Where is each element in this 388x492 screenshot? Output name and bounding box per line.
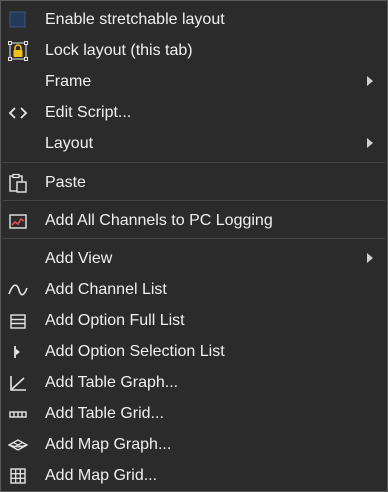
menu-item-edit-script[interactable]: Edit Script... <box>1 97 387 128</box>
menu-item-label: Add Table Grid... <box>45 405 164 422</box>
submenu-arrow-icon <box>367 253 373 263</box>
menu-item-add-option-selection-list[interactable]: Add Option Selection List <box>1 336 387 367</box>
graph-axes-icon <box>7 372 29 394</box>
menu-item-label: Add Table Graph... <box>45 374 179 391</box>
menu-item-label: Paste <box>45 174 86 191</box>
menu-item-add-channel-list[interactable]: Add Channel List <box>1 274 387 305</box>
menu-item-label: Add Channel List <box>45 281 167 298</box>
code-brackets-icon <box>7 102 29 124</box>
menu-item-label: Lock layout (this tab) <box>45 42 193 59</box>
table-row-icon <box>7 403 29 425</box>
menu-item-label: Frame <box>45 73 92 90</box>
menu-item-add-table-grid[interactable]: Add Table Grid... <box>1 398 387 429</box>
menu-item-add-option-full-list[interactable]: Add Option Full List <box>1 305 387 336</box>
menu-item-add-table-graph[interactable]: Add Table Graph... <box>1 367 387 398</box>
menu-item-add-map-grid[interactable]: Add Map Grid... <box>1 460 387 491</box>
menu-item-label: Enable stretchable layout <box>45 11 225 28</box>
submenu-arrow-icon <box>367 138 373 148</box>
lock-layout-icon <box>7 40 29 62</box>
menu-item-add-map-graph[interactable]: Add Map Graph... <box>1 429 387 460</box>
grid-icon <box>7 465 29 487</box>
menu-item-label: Add Option Full List <box>45 312 185 329</box>
map-3d-icon <box>7 434 29 456</box>
clipboard-paste-icon <box>7 172 29 194</box>
submenu-arrow-icon <box>367 76 373 86</box>
checkbox-unchecked-icon[interactable] <box>7 9 29 31</box>
menu-item-label: Add View <box>45 250 113 267</box>
list-icon <box>7 310 29 332</box>
wave-icon <box>7 279 29 301</box>
menu-item-label: Add Map Grid... <box>45 467 158 484</box>
menu-item-paste[interactable]: Paste <box>1 167 387 198</box>
menu-item-enable-stretchable-layout[interactable]: Enable stretchable layout <box>1 4 387 35</box>
menu-item-frame[interactable]: Frame <box>1 66 387 97</box>
menu-separator <box>3 162 385 163</box>
context-menu: Enable stretchable layout Lock layout (t… <box>0 0 388 492</box>
menu-separator <box>3 238 385 239</box>
menu-item-lock-layout[interactable]: Lock layout (this tab) <box>1 35 387 66</box>
menu-item-label: Add Option Selection List <box>45 343 225 360</box>
menu-item-label: Layout <box>45 135 94 152</box>
menu-item-label: Edit Script... <box>45 104 132 121</box>
menu-item-label: Add All Channels to PC Logging <box>45 212 273 229</box>
menu-separator <box>3 200 385 201</box>
selection-marker-icon <box>7 341 29 363</box>
chart-logging-icon <box>7 210 29 232</box>
menu-item-add-all-channels-logging[interactable]: Add All Channels to PC Logging <box>1 205 387 236</box>
menu-item-layout[interactable]: Layout <box>1 128 387 159</box>
menu-item-label: Add Map Graph... <box>45 436 172 453</box>
menu-item-add-view[interactable]: Add View <box>1 243 387 274</box>
